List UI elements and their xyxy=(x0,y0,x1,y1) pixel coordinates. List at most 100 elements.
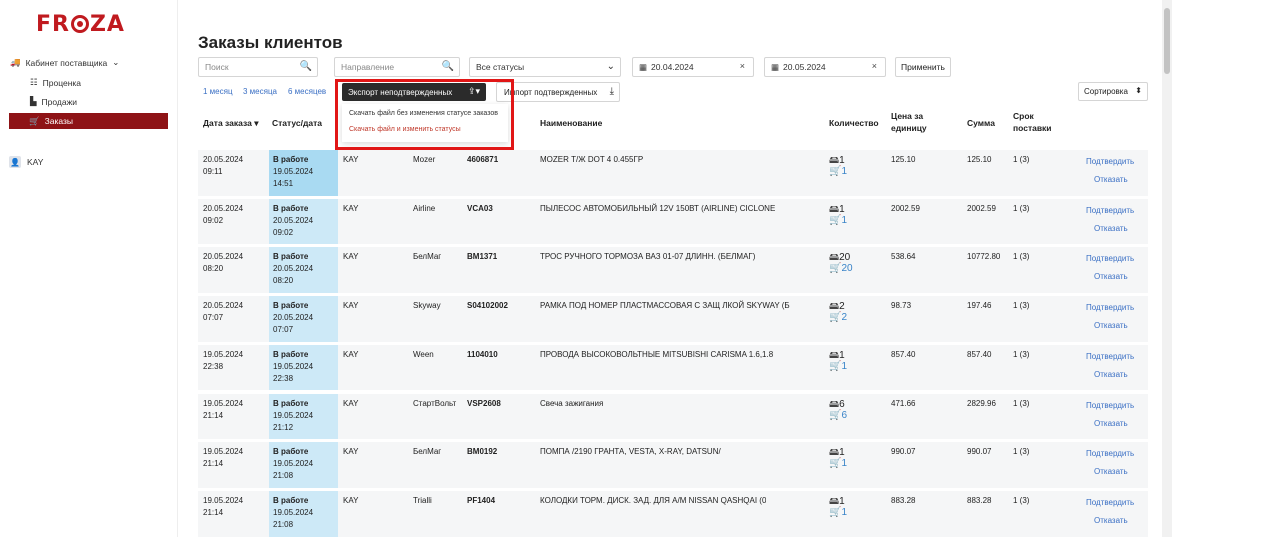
confirm-button[interactable]: Подтвердить xyxy=(1086,157,1134,166)
sum-cell: 857.40 xyxy=(967,349,992,359)
header-date[interactable]: Дата заказа ▾ xyxy=(203,117,258,129)
order-status: В работе 19.05.2024 22:38 xyxy=(273,349,314,383)
reject-button[interactable]: Отказать xyxy=(1094,272,1128,281)
header-price: Цена за единицу xyxy=(891,111,927,133)
table-row[interactable] xyxy=(198,150,1148,196)
confirm-button[interactable]: Подтвердить xyxy=(1086,206,1134,215)
cart-icon: 🛒 xyxy=(829,409,842,421)
price-cell: 471.66 xyxy=(891,398,916,408)
product-name: ТРОС РУЧНОГО ТОРМОЗА ВАЗ 01-07 ДЛИНН. (Б… xyxy=(540,252,756,262)
direction-input[interactable]: Направление 🔍 xyxy=(334,57,460,77)
header-qty: Количество xyxy=(829,118,879,128)
search-icon[interactable]: 🔍 xyxy=(442,61,454,72)
froza-logo[interactable]: FR ZA xyxy=(36,12,125,37)
reject-button[interactable]: Отказать xyxy=(1094,370,1128,379)
warehouse-icon: 🖴 xyxy=(829,447,840,459)
order-date: 20.05.2024 08:20 xyxy=(203,252,244,274)
reject-button[interactable]: Отказать xyxy=(1094,321,1128,330)
period-1-month[interactable]: 1 месяц xyxy=(203,87,233,96)
brand-cell: Ween xyxy=(413,349,434,359)
client-cell: KAY xyxy=(343,349,359,359)
scroll-thumb[interactable] xyxy=(1164,8,1170,74)
search-input[interactable]: Поиск 🔍 xyxy=(198,57,318,77)
product-name: ПОМПА /2190 ГРАНТА, VESTA, X-RAY, DATSUN… xyxy=(540,447,721,457)
cart-icon: 🛒 xyxy=(829,263,842,275)
sidebar-user[interactable]: 👤 KAY xyxy=(9,156,43,168)
cart-icon: 🛒 xyxy=(829,214,842,226)
reject-button[interactable]: Отказать xyxy=(1094,419,1128,428)
period-3-months[interactable]: 3 месяца xyxy=(243,87,277,96)
reject-button[interactable]: Отказать xyxy=(1094,516,1128,525)
sidebar: FR ZA 🚚 Кабинет поставщика ⌄ ☷ Проценка ▙… xyxy=(0,0,178,537)
sum-cell: 2829.96 xyxy=(967,398,996,408)
warehouse-icon: 🖴 xyxy=(829,301,840,313)
brand-cell: БелМаг xyxy=(413,252,442,262)
date-to-value: 20.05.2024 xyxy=(783,62,826,72)
confirm-button[interactable]: Подтвердить xyxy=(1086,449,1134,458)
term-cell: 1 (3) xyxy=(1013,203,1030,213)
confirm-button[interactable]: Подтвердить xyxy=(1086,352,1134,361)
warehouse-icon: 🖴 xyxy=(829,398,840,410)
order-status: В работе 20.05.2024 08:20 xyxy=(273,252,314,286)
reject-button[interactable]: Отказать xyxy=(1094,467,1128,476)
chart-icon: ▙ xyxy=(30,96,37,106)
term-cell: 1 (3) xyxy=(1013,349,1030,359)
confirm-button[interactable]: Подтвердить xyxy=(1086,401,1134,410)
qty-cell: 🖴1 🛒1 xyxy=(829,447,848,470)
confirm-button[interactable]: Подтвердить xyxy=(1086,303,1134,312)
qty-cell: 🖴1 🛒1 xyxy=(829,155,848,177)
confirm-button[interactable]: Подтвердить xyxy=(1086,498,1134,507)
order-date: 19.05.2024 21:14 xyxy=(203,447,244,469)
client-cell: KAY xyxy=(343,301,359,311)
term-cell: 1 (3) xyxy=(1013,495,1030,505)
brand-cell: Trialli xyxy=(413,495,432,505)
article-cell: 4606871 xyxy=(467,155,499,164)
order-date: 20.05.2024 07:07 xyxy=(203,301,244,323)
date-to-input[interactable]: ▦ 20.05.2024 × xyxy=(764,57,886,77)
price-cell: 538.64 xyxy=(891,252,916,262)
brand-cell: Skyway xyxy=(413,301,441,311)
date-from-input[interactable]: ▦ 20.04.2024 × xyxy=(632,57,754,77)
search-icon[interactable]: 🔍 xyxy=(300,61,312,72)
warehouse-icon: 🖴 xyxy=(829,252,840,264)
price-cell: 857.40 xyxy=(891,349,916,359)
term-cell: 1 (3) xyxy=(1013,155,1030,164)
clear-icon[interactable]: × xyxy=(872,61,877,71)
reject-button[interactable]: Отказать xyxy=(1094,224,1128,233)
clear-icon[interactable]: × xyxy=(740,61,745,71)
status-select[interactable]: Все статусы ⌄ xyxy=(469,57,621,77)
apply-button[interactable]: Применить xyxy=(895,57,951,77)
warehouse-icon: 🖴 xyxy=(829,349,840,361)
header-sum: Сумма xyxy=(967,118,995,128)
import-confirmed-button[interactable]: Импорт подтвержденных ⤓ xyxy=(496,82,620,102)
sort-button[interactable]: Сортировка ⬍ xyxy=(1078,82,1148,101)
term-cell: 1 (3) xyxy=(1013,252,1030,262)
product-name: ПРОВОДА ВЫСОКОВОЛЬТНЫЕ MITSUBISHI CARISM… xyxy=(540,349,774,359)
sum-cell: 10772.80 xyxy=(967,252,1001,262)
qty-cell: 🖴1 🛒1 xyxy=(829,203,848,226)
warehouse-icon: 🖴 xyxy=(829,495,840,507)
client-cell: KAY xyxy=(343,252,359,262)
sidebar-cabinet[interactable]: 🚚 Кабинет поставщика ⌄ xyxy=(10,57,119,68)
qty-cell: 🖴2 🛒2 xyxy=(829,301,848,324)
sidebar-item-orders[interactable]: 🛒 Заказы xyxy=(9,113,168,129)
download-icon: ⤓ xyxy=(609,86,614,97)
term-cell: 1 (3) xyxy=(1013,447,1030,457)
table-row[interactable] xyxy=(198,393,1148,440)
product-name: ПЫЛЕСОС АВТОМОБИЛЬНЫЙ 12V 150ВТ (AIRLINE… xyxy=(540,203,776,213)
cart-icon: 🛒 xyxy=(829,166,842,177)
chevron-down-icon: ⌄ xyxy=(112,57,120,67)
sidebar-item-pricing[interactable]: ☷ Проценка xyxy=(30,77,81,88)
qty-cell: 🖴6 🛒6 xyxy=(829,398,848,421)
period-6-months[interactable]: 6 месяцев xyxy=(288,87,326,96)
reject-button[interactable]: Отказать xyxy=(1094,175,1128,184)
client-cell: KAY xyxy=(343,398,359,408)
sidebar-item-sales[interactable]: ▙ Продажи xyxy=(30,96,77,107)
sum-cell: 990.07 xyxy=(967,447,992,457)
scrollbar[interactable] xyxy=(1162,0,1172,537)
status-select-value: Все статусы xyxy=(476,62,525,72)
article-cell: 1104010 xyxy=(467,349,498,359)
confirm-button[interactable]: Подтвердить xyxy=(1086,254,1134,263)
chevron-down-icon: ⌄ xyxy=(606,61,615,72)
direction-placeholder: Направление xyxy=(341,62,395,72)
